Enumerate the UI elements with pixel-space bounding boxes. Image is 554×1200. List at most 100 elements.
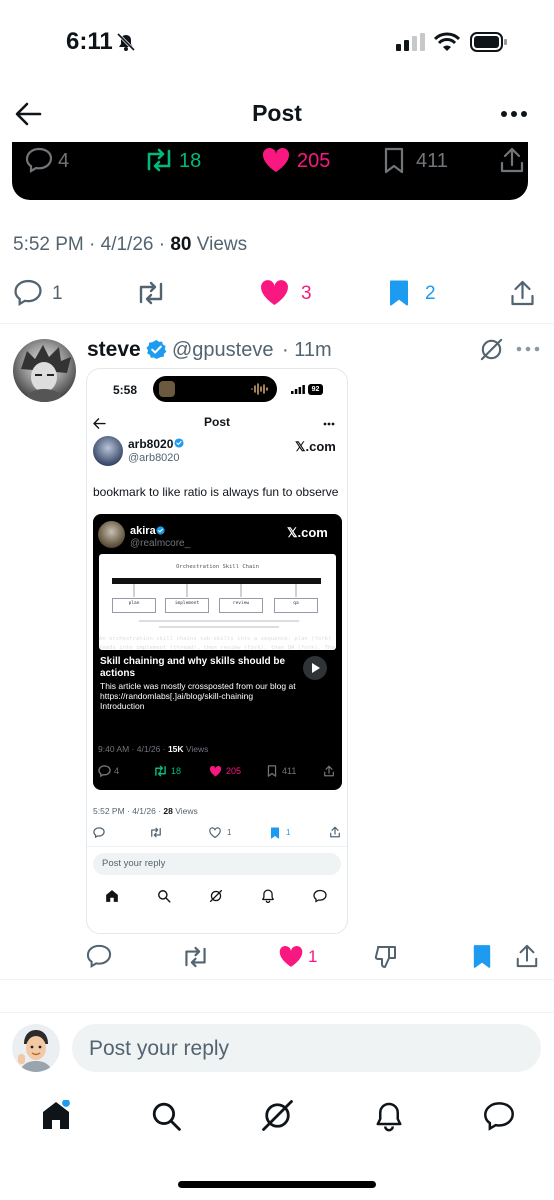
bookmark-icon[interactable] — [472, 944, 492, 969]
quoted-post-card[interactable]: 4 18 205 411 — [12, 142, 528, 200]
diagram-box: implement — [165, 598, 209, 613]
reply-icon[interactable] — [13, 279, 43, 306]
bookmark-icon[interactable] — [383, 147, 405, 174]
dislike-icon[interactable] — [374, 944, 400, 970]
screenshot-author-handle: @arb8020 — [128, 452, 180, 464]
share-icon[interactable] — [509, 279, 536, 307]
screenshot-time: 5:58 — [113, 383, 138, 397]
post-meta: 5:52 PM · 4/1/26 · 80 Views — [13, 234, 248, 255]
album-art-icon — [159, 381, 175, 397]
diagram-title: Orchestration Skill Chain — [176, 564, 259, 570]
repost-count: 18 — [179, 150, 202, 172]
avatar[interactable] — [12, 1024, 60, 1072]
play-icon — [303, 656, 327, 680]
diagram-box: plan — [112, 598, 156, 613]
reply-count: 1 — [52, 283, 63, 304]
silent-bell-icon — [116, 33, 136, 51]
bell-icon — [262, 889, 274, 903]
source-label: 𝕏.com — [287, 525, 328, 540]
repost-icon — [155, 765, 166, 777]
diagram-box: qa — [274, 598, 318, 613]
grok-icon[interactable] — [479, 337, 504, 362]
heart-icon[interactable] — [259, 278, 290, 306]
more-icon[interactable] — [516, 346, 540, 352]
user-handle[interactable]: @gpusteve — [172, 339, 273, 362]
diagram-arrows — [133, 584, 297, 597]
avatar-face-icon — [21, 345, 71, 402]
home-icon — [106, 890, 118, 902]
messages-icon[interactable] — [483, 1101, 515, 1131]
verified-icon — [156, 526, 165, 535]
repost-icon[interactable] — [181, 945, 210, 969]
home-icon[interactable] — [41, 1100, 71, 1131]
bookmark-count: 2 — [425, 283, 436, 304]
share-icon — [324, 765, 334, 777]
repost-icon[interactable] — [135, 280, 167, 306]
attached-screenshot[interactable]: 5:58 92 Post arb8020 @arb8020 𝕏.com book… — [86, 368, 348, 934]
inner-quoted-card: akira @realmcore_ 𝕏.com Orchestration Sk… — [93, 514, 342, 790]
bookmark-icon — [270, 827, 279, 839]
reply-icon — [98, 765, 111, 777]
avatar[interactable] — [13, 339, 76, 402]
dynamic-island — [153, 376, 277, 402]
like-count: 1 — [308, 947, 318, 966]
repost-icon[interactable] — [143, 147, 175, 173]
messages-icon — [313, 889, 327, 903]
inner-author-handle: @realmcore_ — [130, 538, 191, 549]
screenshot-reply-input: Post your reply — [93, 853, 341, 875]
diagram-caption: An orchestration skill chains sub-skills… — [99, 636, 335, 651]
divider — [0, 979, 554, 980]
grok-icon — [209, 889, 223, 903]
search-icon — [158, 890, 171, 903]
avatar — [93, 436, 123, 466]
share-icon[interactable] — [499, 146, 525, 174]
inner-author-name: akira — [130, 525, 156, 537]
audio-wave-icon — [251, 383, 268, 395]
home-indicator[interactable] — [178, 1181, 376, 1188]
verified-icon — [174, 438, 184, 448]
repost-icon — [151, 827, 161, 838]
heart-icon — [209, 766, 222, 777]
repost-count: 18 — [171, 766, 182, 776]
divider — [87, 846, 347, 847]
screenshot-page-title: Post — [203, 415, 230, 429]
bookmark-count: 411 — [416, 150, 448, 172]
more-icon[interactable] — [500, 110, 528, 118]
screenshot-post-text: bookmark to like ratio is always fun to … — [93, 485, 339, 499]
article-title: Skill chaining and why skills should be … — [100, 656, 286, 679]
heart-icon[interactable] — [261, 146, 291, 173]
user-name[interactable]: steve — [87, 338, 141, 362]
screenshot-meta: 5:52 PM · 4/1/26 · 28 Views — [93, 806, 198, 816]
share-icon — [330, 826, 340, 838]
share-icon[interactable] — [515, 943, 539, 969]
battery-icon — [470, 32, 507, 52]
battery-level: 92 — [308, 384, 323, 395]
search-icon[interactable] — [151, 1101, 182, 1132]
divider — [0, 323, 554, 324]
cellular-icon — [291, 385, 305, 394]
memoji-icon — [18, 1030, 52, 1072]
bookmark-icon — [267, 765, 277, 777]
bookmark-icon[interactable] — [388, 279, 410, 307]
avatar — [98, 521, 125, 548]
reply-icon[interactable] — [25, 147, 53, 173]
more-icon — [323, 422, 335, 426]
bell-icon[interactable] — [374, 1101, 404, 1132]
view-count: 80 — [170, 234, 192, 255]
cellular-icon — [396, 33, 425, 51]
like-count: 205 — [297, 150, 331, 172]
like-count: 1 — [227, 828, 232, 837]
reply-icon[interactable] — [86, 944, 112, 968]
diagram-footnote — [159, 626, 279, 628]
composer-divider — [0, 1012, 554, 1013]
grok-icon[interactable] — [261, 1099, 294, 1132]
bookmark-count: 1 — [286, 828, 291, 837]
source-label: 𝕏.com — [295, 439, 336, 454]
article-body: This article was mostly crossposted from… — [100, 681, 296, 711]
page-title: Post — [252, 100, 302, 126]
reply-input[interactable]: Post your reply — [72, 1024, 541, 1072]
diagram-footnote — [139, 620, 299, 622]
status-time: 6:11 — [66, 28, 113, 55]
like-count: 205 — [226, 766, 242, 776]
heart-icon[interactable] — [278, 944, 304, 968]
